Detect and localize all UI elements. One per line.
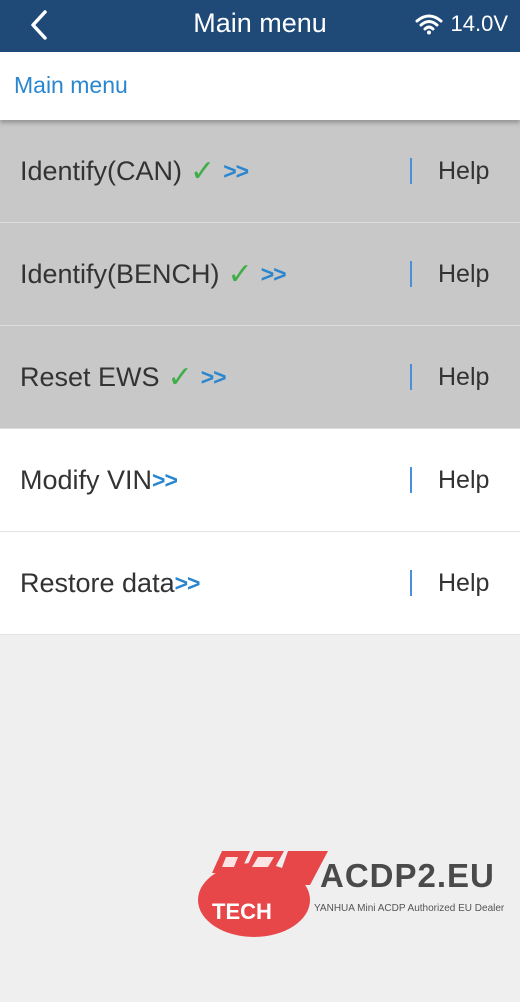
help-link[interactable]: Help bbox=[438, 223, 489, 325]
check-icon: ✓ bbox=[227, 256, 253, 292]
divider bbox=[410, 467, 412, 493]
double-chevron-right-icon: >> bbox=[223, 157, 249, 184]
divider bbox=[410, 570, 412, 596]
voltage-readout: 14.0V bbox=[450, 11, 509, 36]
menu-item-main: Identify(BENCH) ✓ >> bbox=[20, 223, 287, 325]
double-chevron-right-icon: >> bbox=[260, 260, 287, 287]
menu-item-reset-ews[interactable]: Reset EWS ✓ >> Help bbox=[0, 326, 520, 429]
breadcrumb-bar: Main menu bbox=[0, 52, 520, 120]
top-bar: Main menu 14.0V bbox=[0, 0, 520, 52]
menu-item-label: Modify VIN bbox=[20, 464, 153, 495]
divider bbox=[410, 158, 412, 184]
double-chevron-right-icon: >> bbox=[152, 466, 178, 493]
menu-item-label: Identify(BENCH) bbox=[20, 258, 220, 289]
menu-item-main: Restore data >> bbox=[20, 532, 201, 634]
wifi-icon bbox=[415, 14, 442, 35]
svg-text:TECH: TECH bbox=[212, 899, 272, 924]
help-link[interactable]: Help bbox=[438, 326, 489, 428]
menu-item-identify-bench[interactable]: Identify(BENCH) ✓ >> Help bbox=[0, 223, 520, 326]
breadcrumb[interactable]: Main menu bbox=[14, 72, 128, 99]
menu-item-main: Identify(CAN) ✓ >> bbox=[20, 120, 249, 222]
help-link[interactable]: Help bbox=[438, 120, 489, 222]
yh-tech-logo: TECH bbox=[198, 851, 328, 937]
menu-item-restore-data[interactable]: Restore data >> Help bbox=[0, 532, 520, 635]
main-menu-list: Identify(CAN) ✓ >> Help Identify(BENCH) … bbox=[0, 120, 520, 635]
help-link[interactable]: Help bbox=[438, 429, 489, 531]
double-chevron-right-icon: >> bbox=[200, 363, 227, 390]
divider bbox=[410, 364, 412, 390]
dealer-watermark: TECH ACDP2.EU YANHUA Mini ACDP Authorize… bbox=[192, 845, 517, 940]
check-icon: ✓ bbox=[190, 153, 216, 189]
help-link[interactable]: Help bbox=[438, 532, 489, 634]
menu-item-modify-vin[interactable]: Modify VIN >> Help bbox=[0, 429, 520, 532]
menu-item-label: Identify(CAN) bbox=[20, 155, 183, 186]
check-icon: ✓ bbox=[167, 359, 193, 395]
menu-item-label: Reset EWS bbox=[20, 361, 160, 392]
watermark-domain: ACDP2.EU bbox=[320, 857, 495, 894]
watermark-tagline: YANHUA Mini ACDP Authorized EU Dealer bbox=[314, 903, 505, 914]
menu-item-identify-can[interactable]: Identify(CAN) ✓ >> Help bbox=[0, 120, 520, 223]
double-chevron-right-icon: >> bbox=[174, 569, 201, 596]
divider bbox=[410, 261, 412, 287]
status-area: 14.0V bbox=[415, 9, 509, 39]
menu-item-main: Modify VIN >> bbox=[20, 429, 178, 531]
menu-item-label: Restore data bbox=[20, 567, 175, 598]
menu-item-main: Reset EWS ✓ >> bbox=[20, 326, 227, 428]
